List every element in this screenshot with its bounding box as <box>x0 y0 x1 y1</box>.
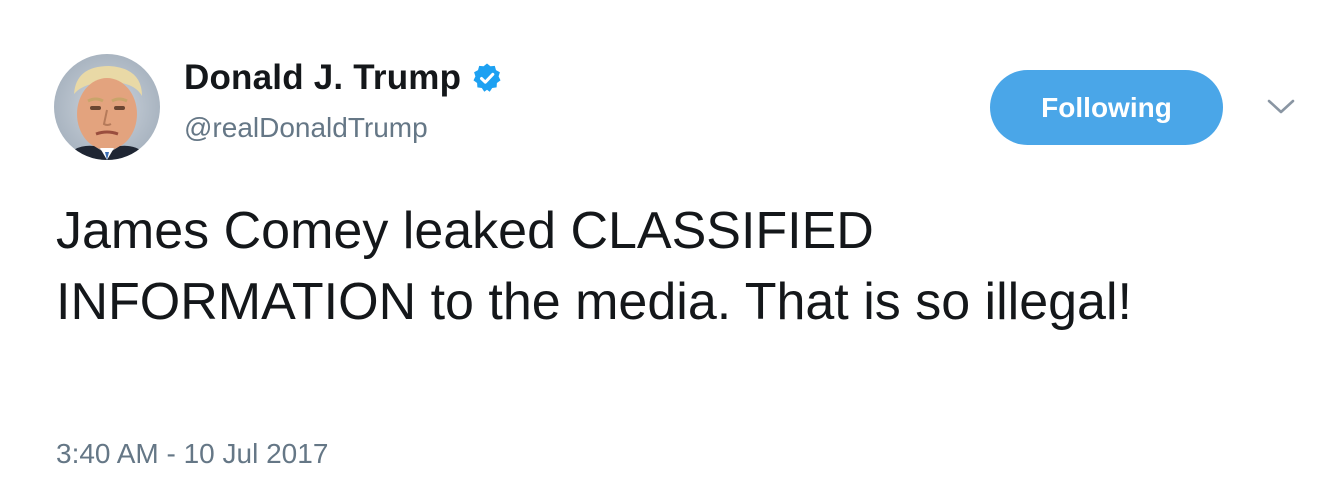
chevron-down-icon <box>1267 99 1295 114</box>
following-button[interactable]: Following <box>990 70 1223 145</box>
tweet-timestamp[interactable]: 3:40 AM - 10 Jul 2017 <box>56 438 328 470</box>
author-name-row[interactable]: Donald J. Trump <box>184 58 503 98</box>
avatar-image <box>54 54 160 160</box>
author-display-name[interactable]: Donald J. Trump <box>184 58 461 98</box>
author-avatar[interactable] <box>54 54 160 160</box>
verified-badge-icon <box>471 62 503 94</box>
tweet-menu-button[interactable] <box>1264 94 1298 120</box>
author-handle[interactable]: @realDonaldTrump <box>184 112 428 144</box>
tweet-card: Donald J. Trump @realDonaldTrump Followi… <box>0 0 1336 497</box>
tweet-text: James Comey leaked CLASSIFIED INFORMATIO… <box>56 202 1132 331</box>
